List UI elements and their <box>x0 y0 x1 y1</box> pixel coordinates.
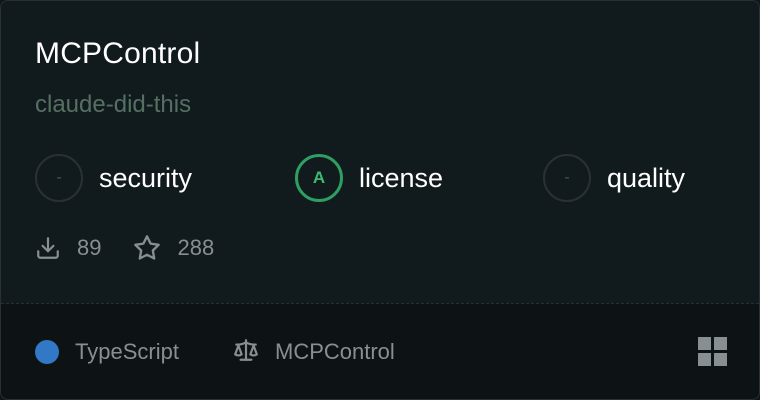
stats-row: 89 288 <box>35 232 246 264</box>
score-label-license: license <box>359 162 444 193</box>
card-header: MCPControl claude-did-this - security A … <box>1 1 759 303</box>
star-icon <box>133 234 161 262</box>
downloads-stat: 89 <box>35 235 101 261</box>
language-tag: TypeScript <box>35 339 179 365</box>
score-quality: - quality <box>543 154 685 202</box>
license-tag: MCPControl <box>233 337 395 368</box>
license-label: MCPControl <box>275 339 395 364</box>
grid-icon[interactable] <box>698 337 727 366</box>
stars-count: 288 <box>177 235 215 260</box>
score-security: - security <box>35 154 192 202</box>
license-grade-icon: A <box>295 154 343 202</box>
stars-stat: 288 <box>133 234 214 262</box>
quality-grade-icon: - <box>543 154 591 202</box>
server-owner[interactable]: claude-did-this <box>35 89 191 121</box>
language-color-dot <box>35 340 59 364</box>
server-title[interactable]: MCPControl <box>35 35 200 73</box>
score-label-quality: quality <box>607 162 686 193</box>
download-icon <box>35 235 61 261</box>
language-label: TypeScript <box>75 339 179 364</box>
downloads-count: 89 <box>77 235 102 260</box>
security-grade-icon: - <box>35 154 83 202</box>
score-license: A license <box>295 154 443 202</box>
score-label-security: security <box>99 162 193 193</box>
scale-icon <box>233 337 259 368</box>
server-card[interactable]: MCPControl claude-did-this - security A … <box>0 0 760 400</box>
